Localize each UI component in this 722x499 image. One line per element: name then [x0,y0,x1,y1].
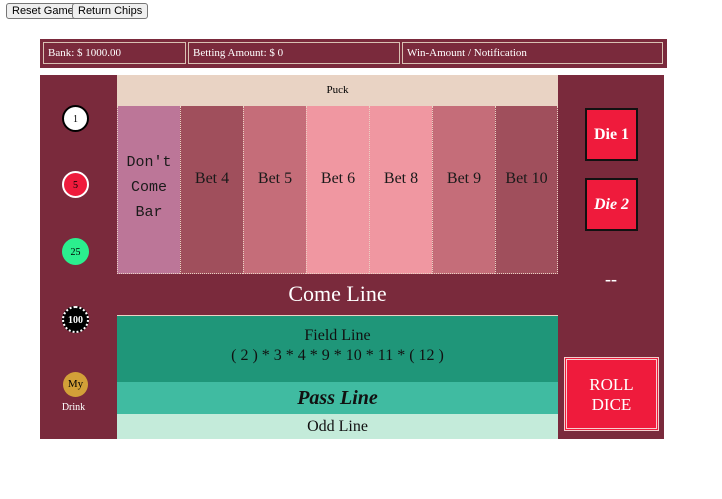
odd-line[interactable]: Odd Line [117,414,558,439]
roll-label: ROLL [589,375,634,394]
return-chips-button[interactable]: Return Chips [72,3,149,19]
dice-result: -- [605,269,617,289]
bet-8[interactable]: Bet 8 [369,106,432,274]
chip-25[interactable]: 25 [62,238,89,265]
drink-caption: Drink [61,402,86,413]
dice-label: DICE [591,395,632,414]
bet-10[interactable]: Bet 10 [495,106,558,274]
dont-come-bar[interactable]: Don't Come Bar [117,106,180,274]
win-notification-display: Win-Amount / Notification [402,42,663,64]
chip-5[interactable]: 5 [62,171,89,198]
chip-100[interactable]: 100 [62,306,89,333]
betting-amount-display: Betting Amount: $ 0 [188,42,400,64]
reset-game-button[interactable]: Reset Game [6,3,80,19]
field-line[interactable]: Field Line ( 2 ) * 3 * 4 * 9 * 10 * 11 *… [117,316,558,382]
my-drink-chip[interactable]: My [63,372,88,397]
pass-line[interactable]: Pass Line [117,382,558,414]
bet-5[interactable]: Bet 5 [243,106,306,274]
die-2: Die 2 [585,178,638,231]
bet-9[interactable]: Bet 9 [432,106,495,274]
die-1: Die 1 [585,108,638,161]
bet-6[interactable]: Bet 6 [306,106,369,274]
puck: Puck [117,75,558,106]
field-line-title: Field Line [304,327,371,344]
chip-rack: 1 5 25 100 My Drink [40,75,117,439]
chip-1[interactable]: 1 [62,105,89,132]
craps-board: 1 5 25 100 My Drink Puck Don't Come Bar … [40,75,664,439]
status-bar: Bank: $ 1000.00 Betting Amount: $ 0 Win-… [40,39,667,68]
come-line[interactable]: Come Line [117,274,558,316]
field-line-numbers: ( 2 ) * 3 * 4 * 9 * 10 * 11 * ( 12 ) [231,347,444,364]
roll-dice-button[interactable]: ROLL DICE [564,357,659,431]
bet-4[interactable]: Bet 4 [180,106,243,274]
dice-panel: Die 1 Die 2 -- ROLL DICE [558,75,664,439]
bank-display: Bank: $ 1000.00 [43,42,186,64]
